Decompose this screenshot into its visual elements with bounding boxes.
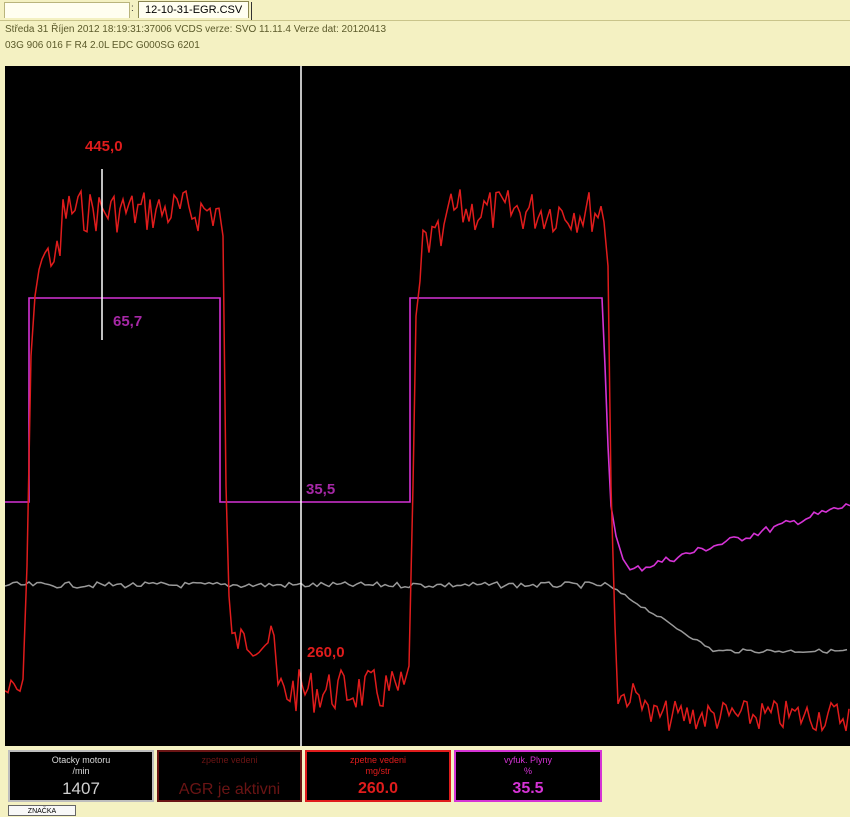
graph-area[interactable]: 445,0 65,7 35,5 260,0 <box>5 66 850 746</box>
panel-agr-status[interactable]: zpetne vedeni AGR je aktivni <box>157 750 302 802</box>
panel-egr-unit: mg/str <box>365 766 391 776</box>
series-line-egr <box>5 188 850 733</box>
ecu-info-line: 03G 906 016 F R4 2.0L EDC G000SG 6201 <box>5 40 200 51</box>
panel-gas-value: 35.5 <box>512 780 544 797</box>
panel-exhaust-gas[interactable]: vyfuk. Plyny % 35.5 <box>454 750 602 802</box>
marker-button[interactable]: ZNAČKA <box>8 805 76 816</box>
exhaust-cursor-label: 35,5 <box>306 481 335 498</box>
panel-gas-name: vyfuk. Plyny <box>503 755 552 765</box>
tab-bar: : 12-10-31-EGR.CSV <box>0 0 850 21</box>
egr-cursor-label: 260,0 <box>307 644 345 661</box>
panel-rpm-value: 1407 <box>62 779 100 798</box>
panel-rpm-unit: /min <box>72 766 90 776</box>
panel-engine-rpm[interactable]: Otacky motoru /min 1407 <box>8 750 154 802</box>
panel-egr-mass[interactable]: zpetne vedeni mg/str 260.0 <box>305 750 451 802</box>
log-info-line: Středa 31 Říjen 2012 18:19:31:37006 VCDS… <box>5 24 387 35</box>
exhaust-high-label: 65,7 <box>113 313 142 330</box>
panel-egr-name: zpetne vedeni <box>349 755 407 765</box>
tab-blank[interactable] <box>4 2 130 18</box>
panel-egr-value: 260.0 <box>357 780 399 797</box>
tab-file[interactable]: 12-10-31-EGR.CSV <box>138 1 253 20</box>
graph-svg[interactable]: 445,0 65,7 35,5 260,0 <box>5 66 850 746</box>
panel-agr-value: AGR je aktivni <box>178 781 281 798</box>
series-line-rpm <box>5 581 848 654</box>
series-line-exhaust-gas <box>5 297 850 572</box>
panel-agr-name: zpetne vedeni <box>201 755 258 765</box>
panel-gas-unit: % <box>523 766 532 776</box>
tab-separator: : <box>131 3 134 14</box>
panel-rpm-name: Otacky motoru <box>51 755 111 765</box>
egr-peak-label: 445,0 <box>85 138 123 155</box>
